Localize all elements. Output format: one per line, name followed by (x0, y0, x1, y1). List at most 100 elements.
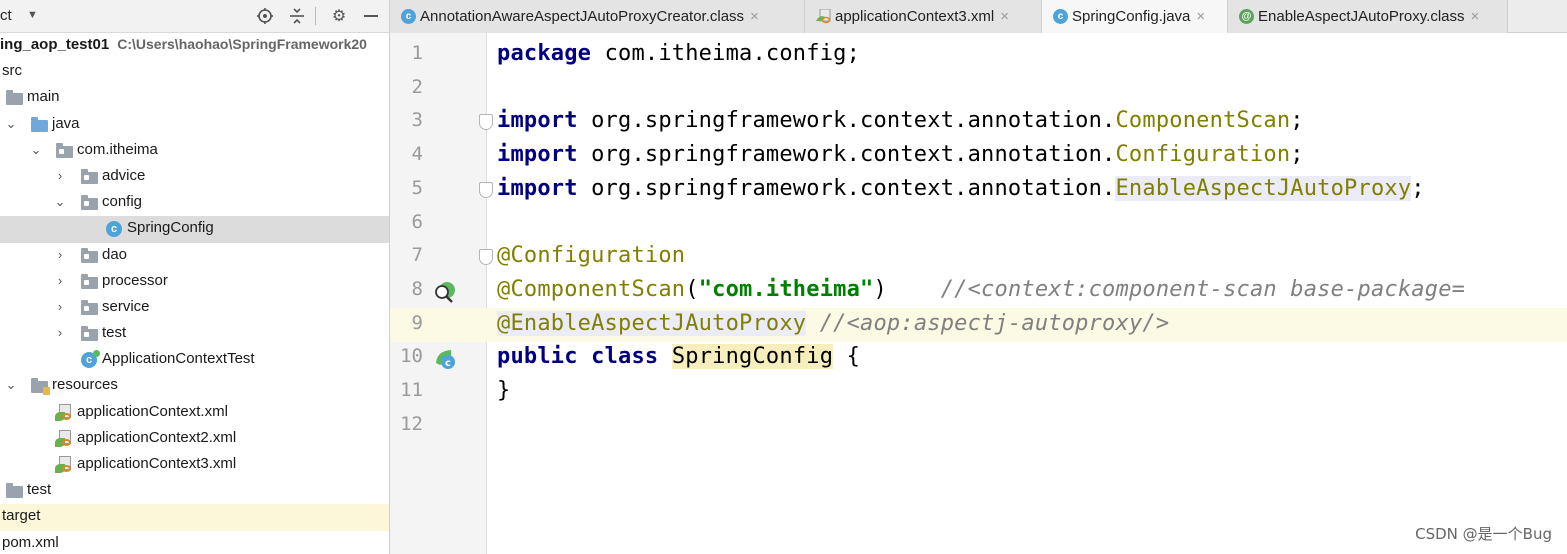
code-text[interactable]: @EnableAspectJAutoProxy //<aop:aspectj-a… (497, 310, 1170, 336)
chevron-down-icon[interactable]: ▼ (27, 9, 38, 21)
chevron-right-icon[interactable]: › (53, 168, 67, 183)
code-text[interactable]: import org.springframework.context.annot… (497, 175, 1425, 201)
code-line[interactable]: 10 c public class SpringConfig { (390, 341, 1567, 375)
code-text[interactable]: @ComponentScan("com.itheima") //<context… (497, 277, 1465, 302)
tab-springconfig-java[interactable]: c SpringConfig.java × (1042, 0, 1228, 33)
spring-bean-icon[interactable]: c (433, 347, 457, 371)
close-icon[interactable]: × (750, 8, 759, 25)
line-number[interactable]: 3 (390, 109, 423, 131)
chevron-down-icon[interactable]: ⌄ (53, 195, 67, 209)
tree-item-label: advice (102, 166, 146, 184)
project-name: ing_aop_test01 (0, 36, 110, 53)
code-token: SpringConfig (671, 344, 834, 370)
chevron-right-icon[interactable]: › (53, 326, 67, 340)
code-text[interactable]: import org.springframework.context.annot… (497, 142, 1304, 167)
code-line[interactable]: 3 import org.springframework.context.anno… (390, 105, 1567, 139)
line-number[interactable]: 8 (390, 278, 423, 300)
fold-marker-icon[interactable] (479, 181, 493, 198)
tree-item-test-package[interactable]: › test (0, 321, 389, 347)
tree-item-processor[interactable]: › processor (0, 269, 389, 295)
tree-item-applicationcontext2-xml[interactable]: applicationContext2.xml (0, 426, 389, 452)
line-number[interactable]: 2 (390, 76, 423, 98)
tree-item-test-folder[interactable]: test (0, 478, 389, 504)
chevron-right-icon[interactable]: › (53, 299, 67, 314)
chevron-down-icon[interactable]: ⌄ (29, 142, 43, 157)
line-number[interactable]: 10 (390, 345, 423, 367)
tree-item-label: main (27, 88, 60, 106)
tree-item-advice[interactable]: › advice (0, 164, 389, 190)
code-text[interactable]: public class SpringConfig { (497, 344, 860, 370)
source-folder-icon (31, 116, 48, 132)
line-number[interactable]: 6 (390, 211, 423, 233)
code-line[interactable]: 12 (390, 409, 1567, 443)
code-line[interactable]: 9 @EnableAspectJAutoProxy //<aop:aspectj-… (390, 307, 1567, 342)
close-icon[interactable]: × (1000, 8, 1009, 25)
tree-item-java[interactable]: ⌄ java (0, 112, 389, 138)
code-token: //<aop:aspectj-autoproxy/> (819, 310, 1170, 336)
collapse-all-icon[interactable] (286, 5, 308, 27)
tree-item-applicationcontexttest[interactable]: c ApplicationContextTest (0, 347, 389, 373)
line-number[interactable]: 4 (390, 143, 423, 165)
tree-item-project-root[interactable]: ing_aop_test01 C:\Users\haohao\SpringFram… (0, 33, 389, 59)
code-line[interactable]: 7 @Configuration (390, 240, 1567, 274)
tree-item-springconfig[interactable]: c SpringConfig (0, 216, 389, 243)
line-number[interactable]: 11 (390, 379, 423, 401)
line-number[interactable]: 7 (390, 244, 423, 266)
close-icon[interactable]: × (1471, 8, 1480, 25)
tree-item-label: test (27, 481, 52, 499)
code-line[interactable]: 2 (390, 72, 1567, 106)
tree-item-applicationcontext3-xml[interactable]: applicationContext3.xml (0, 452, 389, 478)
tab-label: EnableAspectJAutoProxy.class (1258, 8, 1465, 25)
line-number[interactable]: 5 (390, 177, 423, 199)
fold-marker-icon[interactable] (479, 114, 493, 131)
tree-item-pom-xml[interactable]: pom.xml (0, 531, 389, 554)
tree-item-service[interactable]: › service (0, 295, 389, 321)
tree-item-label: SpringConfig (127, 219, 214, 237)
chevron-right-icon[interactable]: › (53, 247, 67, 262)
chevron-right-icon[interactable]: › (53, 273, 67, 288)
code-line[interactable]: 6 (390, 207, 1567, 241)
tree-item-label: test (102, 324, 127, 342)
code-line[interactable]: 5 import org.springframework.context.anno… (390, 173, 1567, 207)
code-token: //<context:component-scan base-package= (940, 276, 1466, 302)
chevron-down-icon[interactable]: ⌄ (4, 378, 18, 392)
tree-item-config[interactable]: ⌄ config (0, 190, 389, 216)
line-number[interactable]: 12 (390, 413, 423, 435)
code-text[interactable]: } (497, 378, 510, 403)
tab-annotationawareaspectjautoproxycreator[interactable]: c AnnotationAwareAspectJAutoProxyCreator… (390, 0, 805, 33)
line-number[interactable]: 9 (390, 312, 423, 334)
project-path: C:\Users\haohao\SpringFramework20 (117, 36, 367, 52)
code-line[interactable]: 4 import org.springframework.context.anno… (390, 139, 1567, 173)
tree-item-target[interactable]: target (0, 504, 389, 531)
tree-item-com-itheima[interactable]: ⌄ com.itheima (0, 138, 389, 164)
close-icon[interactable]: × (1196, 8, 1205, 25)
target-icon[interactable] (254, 5, 276, 27)
gear-icon[interactable]: ⚙ (328, 5, 350, 27)
code-token: class (591, 344, 659, 370)
code-text[interactable]: @Configuration (497, 243, 685, 268)
tab-enableaspectjautoproxy[interactable]: @ EnableAspectJAutoProxy.class × (1228, 0, 1508, 33)
code-text[interactable]: import org.springframework.context.annot… (497, 108, 1304, 133)
code-editor[interactable]: 1 package com.itheima.config; 2 3 import org… (390, 33, 1567, 554)
code-token: EnableAspectJAutoProxy (1115, 175, 1412, 201)
chevron-down-icon[interactable]: ⌄ (4, 116, 18, 131)
code-line[interactable]: 8 @ComponentScan("com.itheima") //<contex… (390, 274, 1567, 308)
tree-item-applicationcontext-xml[interactable]: applicationContext.xml (0, 400, 389, 426)
bean-scan-icon[interactable] (433, 280, 457, 304)
fold-marker-icon[interactable] (479, 249, 493, 266)
tree-item-label: pom.xml (2, 533, 59, 551)
hide-panel-icon[interactable] (360, 5, 382, 27)
tree-item-main[interactable]: main (0, 85, 389, 111)
tree-item-dao[interactable]: › dao (0, 243, 389, 269)
code-token: package (497, 41, 592, 66)
code-line[interactable]: 1 package com.itheima.config; (390, 38, 1567, 72)
tree-item-resources[interactable]: ⌄ resources (0, 373, 389, 399)
tab-applicationcontext3-xml[interactable]: applicationContext3.xml × (805, 0, 1042, 33)
line-number[interactable]: 1 (390, 42, 423, 64)
code-text[interactable]: package com.itheima.config; (497, 41, 860, 66)
tree-item-src[interactable]: src (0, 59, 389, 85)
project-view-selector[interactable]: ct (0, 7, 12, 24)
spring-xml-icon (55, 456, 73, 474)
tree-item-label: service (102, 297, 150, 315)
code-line[interactable]: 11} (390, 375, 1567, 409)
